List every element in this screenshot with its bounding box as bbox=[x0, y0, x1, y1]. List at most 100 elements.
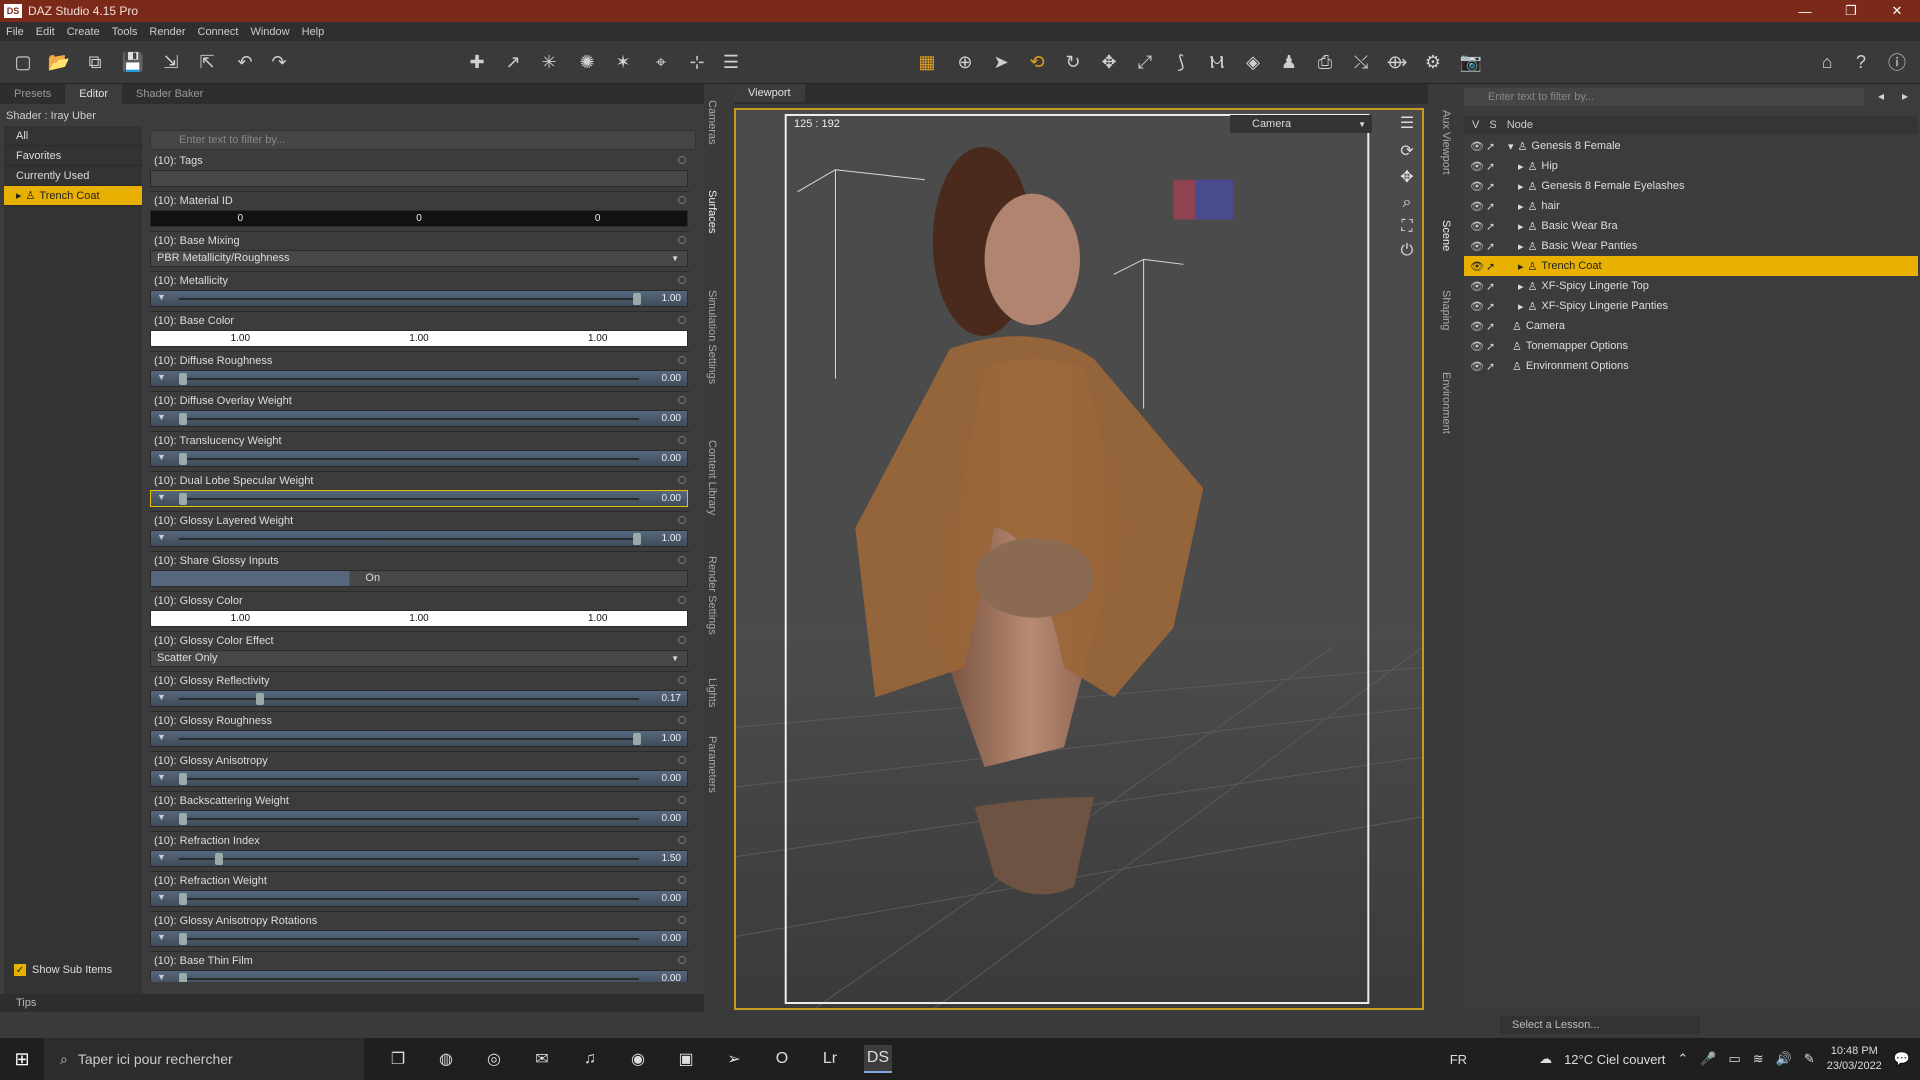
category-currently-used[interactable]: Currently Used bbox=[4, 166, 142, 186]
slider-knob[interactable] bbox=[633, 533, 641, 545]
selectable-arrow-icon[interactable]: ➚ bbox=[1486, 300, 1502, 313]
scene-node[interactable]: 👁 ➚ ▸ ♙ hair bbox=[1464, 196, 1918, 216]
scene-node[interactable]: 👁 ➚ ▸ ♙ Hip bbox=[1464, 156, 1918, 176]
slider-value[interactable]: 0.00 bbox=[662, 893, 681, 904]
property-options-icon[interactable] bbox=[678, 396, 686, 404]
selectable-arrow-icon[interactable]: ➚ bbox=[1486, 160, 1502, 173]
undo-icon[interactable]: ↶ bbox=[232, 49, 258, 75]
expand-chevron-icon[interactable]: ▸ bbox=[1518, 180, 1524, 193]
property-options-icon[interactable] bbox=[678, 436, 686, 444]
expand-chevron-icon[interactable]: ▸ bbox=[1518, 280, 1524, 293]
scene-node[interactable]: 👁 ➚ ▸ ♙ Basic Wear Bra bbox=[1464, 216, 1918, 236]
messenger-icon[interactable]: ✉ bbox=[528, 1045, 556, 1073]
property-slider[interactable]: ▼ 1.50 bbox=[150, 850, 688, 867]
menu-create[interactable]: Create bbox=[67, 26, 100, 38]
visibility-eye-icon[interactable]: 👁 bbox=[1470, 360, 1486, 373]
scene-filter-input[interactable]: Enter text to filter by... bbox=[1464, 88, 1864, 106]
menu-window[interactable]: Window bbox=[250, 26, 289, 38]
expand-arrow-icon[interactable]: ▼ bbox=[157, 452, 166, 462]
side-tab-aux-viewport[interactable]: Aux Viewport bbox=[1440, 110, 1452, 175]
property-options-icon[interactable] bbox=[678, 876, 686, 884]
volume-icon[interactable]: 🔊 bbox=[1776, 1051, 1792, 1067]
menu-file[interactable]: File bbox=[6, 26, 24, 38]
field-value[interactable]: 0 bbox=[508, 211, 687, 226]
chrome-icon[interactable]: ◉ bbox=[624, 1045, 652, 1073]
menu-edit[interactable]: Edit bbox=[36, 26, 55, 38]
slider-value[interactable]: 0.00 bbox=[662, 373, 681, 384]
taskbar-search[interactable]: ⌕ Taper ici pour rechercher bbox=[44, 1038, 364, 1080]
property-slider[interactable]: ▼ 0.17 bbox=[150, 690, 688, 707]
steam-icon[interactable]: ◎ bbox=[480, 1045, 508, 1073]
tips-tab[interactable]: Tips bbox=[0, 994, 704, 1012]
visibility-eye-icon[interactable]: 👁 bbox=[1470, 300, 1486, 313]
render-camera-icon[interactable]: 📷 bbox=[1458, 49, 1484, 75]
weather-text[interactable]: 12°C Ciel couvert bbox=[1564, 1052, 1665, 1067]
open-file-icon[interactable]: 📂 bbox=[46, 49, 72, 75]
checkbox-checked-icon[interactable]: ✓ bbox=[14, 964, 26, 976]
expand-chevron-icon[interactable]: ▸ bbox=[1518, 260, 1524, 273]
scene-node[interactable]: 👁 ➚ ▸ ♙ XF-Spicy Lingerie Top bbox=[1464, 276, 1918, 296]
expand-arrow-icon[interactable]: ▼ bbox=[157, 892, 166, 902]
visibility-eye-icon[interactable]: 👁 bbox=[1470, 200, 1486, 213]
scene-node[interactable]: 👁 ➚ ▾ ♙ Genesis 8 Female bbox=[1464, 136, 1918, 156]
close-button[interactable]: ✕ bbox=[1874, 0, 1920, 22]
expand-chevron-icon[interactable]: ▸ bbox=[1518, 220, 1524, 233]
expand-arrow-icon[interactable]: ▼ bbox=[157, 372, 166, 382]
slider-knob[interactable] bbox=[179, 373, 187, 385]
category-favorites[interactable]: Favorites bbox=[4, 146, 142, 166]
field-value[interactable]: 1.00 bbox=[508, 331, 687, 346]
expand-arrow-icon[interactable]: ▼ bbox=[157, 772, 166, 782]
transfer-tool-icon[interactable]: ⟴ bbox=[1384, 49, 1410, 75]
selectable-arrow-icon[interactable]: ➚ bbox=[1486, 280, 1502, 293]
expand-arrow-icon[interactable]: ▼ bbox=[157, 732, 166, 742]
property-options-icon[interactable] bbox=[678, 516, 686, 524]
maximize-button[interactable]: ❐ bbox=[1828, 0, 1874, 22]
category-all[interactable]: All bbox=[4, 126, 142, 146]
merge-file-icon[interactable]: ⧉ bbox=[82, 49, 108, 75]
show-sub-items[interactable]: ✓ Show Sub Items bbox=[14, 964, 112, 976]
expand-arrow-icon[interactable]: ▼ bbox=[157, 972, 166, 982]
visibility-eye-icon[interactable]: 👁 bbox=[1470, 160, 1486, 173]
geometry-editor-icon[interactable]: Ⲙ bbox=[1204, 49, 1230, 75]
property-options-icon[interactable] bbox=[678, 236, 686, 244]
side-tab-surfaces[interactable]: Surfaces bbox=[706, 190, 718, 233]
property-slider[interactable]: ▼ 0.00 bbox=[150, 930, 688, 947]
slider-knob[interactable] bbox=[179, 773, 187, 785]
property-options-icon[interactable] bbox=[678, 916, 686, 924]
selectable-arrow-icon[interactable]: ➚ bbox=[1486, 340, 1502, 353]
toolbar-menu-icon[interactable]: ☰ bbox=[718, 49, 744, 75]
color-field[interactable]: 1.00 1.00 1.00 bbox=[150, 610, 688, 627]
universal-tool-icon[interactable]: ⟲ bbox=[1024, 49, 1050, 75]
camera-tool-icon[interactable]: ⎙ bbox=[1312, 49, 1338, 75]
menu-connect[interactable]: Connect bbox=[198, 26, 239, 38]
spotify-icon[interactable]: ♫ bbox=[576, 1045, 604, 1073]
pen-icon[interactable]: ✎ bbox=[1804, 1051, 1815, 1067]
language-indicator[interactable]: FR bbox=[1450, 1052, 1467, 1067]
property-slider[interactable]: ▼ 0.00 bbox=[150, 770, 688, 787]
scene-node[interactable]: 👁 ➚ ▸ ♙ XF-Spicy Lingerie Panties bbox=[1464, 296, 1918, 316]
rotate-tool-icon[interactable]: ↻ bbox=[1060, 49, 1086, 75]
property-options-icon[interactable] bbox=[678, 476, 686, 484]
selectable-arrow-icon[interactable]: ➚ bbox=[1486, 220, 1502, 233]
slider-value[interactable]: 1.00 bbox=[662, 733, 681, 744]
scene-navigator-icon[interactable]: ⊕ bbox=[952, 49, 978, 75]
slider-track[interactable] bbox=[179, 698, 639, 700]
property-dropdown[interactable]: PBR Metallicity/Roughness bbox=[150, 250, 688, 267]
property-options-icon[interactable] bbox=[678, 556, 686, 564]
visible-column[interactable]: V bbox=[1472, 119, 1479, 131]
save-icon[interactable]: 💾 bbox=[120, 49, 146, 75]
property-options-icon[interactable] bbox=[678, 156, 686, 164]
slider-value[interactable]: 1.00 bbox=[662, 293, 681, 304]
menu-render[interactable]: Render bbox=[149, 26, 185, 38]
property-slider[interactable]: ▼ 0.00 bbox=[150, 450, 688, 467]
scene-node[interactable]: 👁 ➚ ▸ ♙ Trench Coat bbox=[1464, 256, 1918, 276]
slider-value[interactable]: 0.00 bbox=[662, 813, 681, 824]
frame-icon[interactable]: ⛶ bbox=[1396, 216, 1418, 238]
slider-value[interactable]: 0.00 bbox=[662, 493, 681, 504]
help-icon[interactable]: ⓘ bbox=[1884, 49, 1910, 75]
notification-icon[interactable]: 💬 bbox=[1894, 1051, 1910, 1067]
selectable-arrow-icon[interactable]: ➚ bbox=[1486, 240, 1502, 253]
slider-track[interactable] bbox=[179, 738, 639, 740]
slider-knob[interactable] bbox=[179, 493, 187, 505]
slider-knob[interactable] bbox=[179, 973, 187, 982]
